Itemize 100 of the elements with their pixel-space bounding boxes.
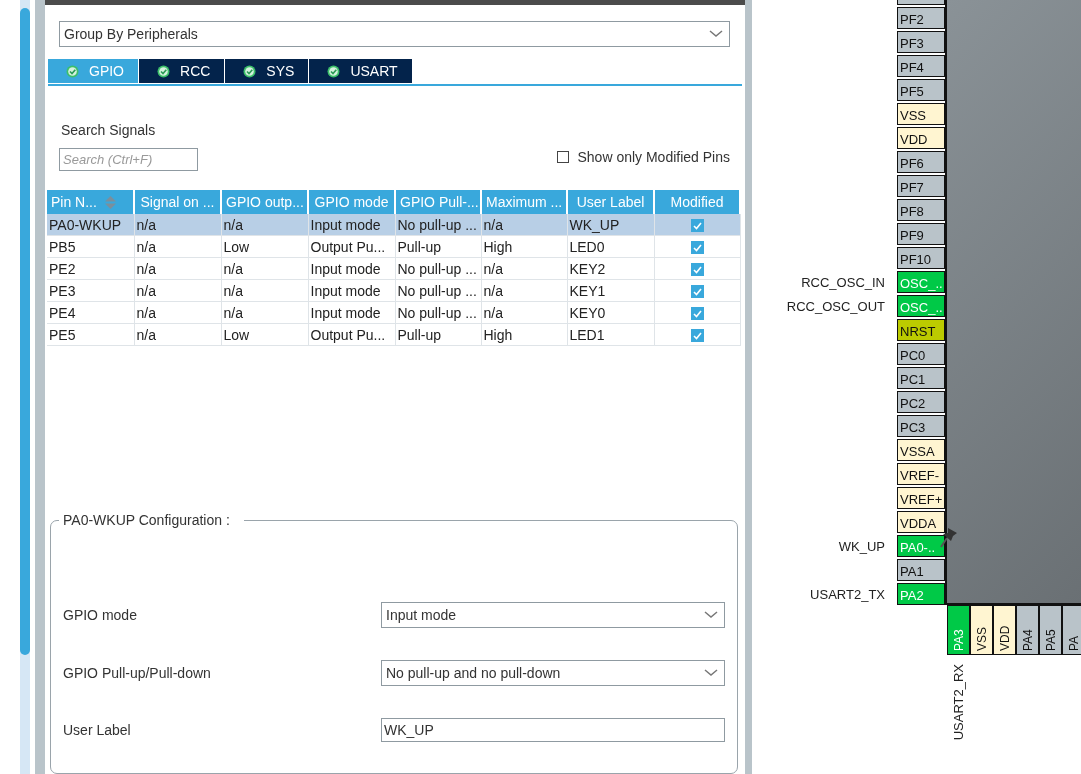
check-circle-icon bbox=[327, 64, 341, 78]
table-cell: n/a bbox=[134, 235, 221, 258]
table-cell: n/a bbox=[134, 279, 221, 302]
table-cell: KEY0 bbox=[567, 301, 654, 324]
modified-checkbox[interactable] bbox=[690, 263, 704, 277]
scrollbar[interactable] bbox=[20, 0, 30, 774]
pin[interactable]: PF7 bbox=[897, 175, 945, 197]
pin[interactable]: VSS bbox=[970, 605, 993, 655]
pin[interactable]: PF2 bbox=[897, 7, 945, 29]
checkbox-label: Show only Modified Pins bbox=[577, 149, 730, 165]
table-cell: n/a bbox=[134, 323, 221, 346]
table-cell: n/a bbox=[221, 279, 308, 302]
check-circle-icon bbox=[243, 64, 257, 78]
dropdown[interactable]: Input mode bbox=[381, 602, 725, 628]
table-row[interactable]: PA0-WKUP n/a n/a Input mode No pull-up ... n/a WK_UP bbox=[47, 214, 740, 236]
pin[interactable]: PC3 bbox=[897, 415, 945, 437]
pin[interactable]: VDD bbox=[897, 127, 945, 149]
field-label: GPIO Pull-up/Pull-down bbox=[63, 665, 212, 681]
pin[interactable]: VSSA bbox=[897, 439, 945, 461]
table-cell: n/a bbox=[134, 257, 221, 280]
table-cell: PE4 bbox=[47, 301, 134, 324]
table-cell: Pull-up bbox=[395, 235, 481, 258]
modified-checkbox[interactable] bbox=[690, 307, 704, 321]
table-cell: Low bbox=[221, 323, 308, 346]
table-row[interactable]: PE4 n/a n/a Input mode No pull-up ... n/a KEY0 bbox=[47, 301, 740, 324]
table-cell: n/a bbox=[481, 301, 567, 324]
group-by-dropdown[interactable]: Group By Peripherals bbox=[59, 21, 730, 47]
group-title: PA0-WKUP Configuration : bbox=[62, 512, 231, 528]
table-cell: KEY2 bbox=[567, 257, 654, 280]
table-row[interactable]: PE5 n/a Low Output Pu... Pull-up High LED1 bbox=[47, 323, 740, 346]
pin[interactable]: PA4 bbox=[1016, 605, 1039, 655]
table-cell: High bbox=[481, 235, 567, 258]
table-cell: Input mode bbox=[308, 301, 395, 324]
pin[interactable]: PC0 bbox=[897, 343, 945, 365]
check-circle-icon bbox=[157, 64, 170, 78]
table-cell: High bbox=[481, 323, 567, 346]
modified-checkbox[interactable] bbox=[690, 219, 704, 233]
table-row[interactable]: PB5 n/a Low Output Pu... Pull-up High LED0 bbox=[47, 235, 740, 258]
table-cell: n/a bbox=[134, 214, 221, 236]
chevron-down-icon bbox=[709, 30, 723, 38]
pin[interactable]: PF6 bbox=[897, 151, 945, 173]
pin-label: USART2_TX bbox=[810, 586, 885, 602]
pin[interactable]: PF10 bbox=[897, 247, 945, 269]
pin[interactable]: VREF- bbox=[897, 463, 945, 485]
table-cell: WK_UP bbox=[567, 214, 654, 236]
dropdown[interactable]: No pull-up and no pull-down bbox=[381, 660, 725, 686]
pin[interactable]: PF3 bbox=[897, 31, 945, 53]
pin[interactable]: VDDA bbox=[897, 511, 945, 533]
pin[interactable]: PF4 bbox=[897, 55, 945, 77]
table-cell: No pull-up ... bbox=[395, 279, 481, 302]
table-row[interactable]: PE3 n/a n/a Input mode No pull-up ... n/a KEY1 bbox=[47, 279, 740, 302]
pin[interactable]: VREF+ bbox=[897, 487, 945, 509]
pin[interactable]: PA bbox=[1062, 605, 1081, 655]
pin[interactable]: PF9 bbox=[897, 223, 945, 245]
pin[interactable]: VSS bbox=[897, 103, 945, 125]
pin-label: USART2_RX bbox=[951, 664, 966, 741]
table-cell: Input mode bbox=[308, 279, 395, 302]
table-cell: Input mode bbox=[308, 257, 395, 280]
table-cell: n/a bbox=[481, 279, 567, 302]
check-circle-icon bbox=[66, 64, 79, 78]
table-cell: LED1 bbox=[567, 323, 654, 346]
search-label: Search Signals bbox=[61, 122, 157, 138]
table-cell: PE2 bbox=[47, 257, 134, 280]
modified-checkbox[interactable] bbox=[690, 285, 704, 299]
peripheral-tab[interactable]: RCC bbox=[139, 59, 225, 83]
pin[interactable]: PA1 bbox=[897, 559, 945, 581]
field-label: User Label bbox=[63, 722, 132, 738]
pin[interactable]: PC2 bbox=[897, 391, 945, 413]
chevron-down-icon bbox=[704, 669, 718, 677]
chevron-down-icon bbox=[704, 611, 718, 619]
field-label: GPIO mode bbox=[63, 607, 138, 623]
table-cell: Output Pu... bbox=[308, 323, 395, 346]
input-field[interactable]: WK_UP bbox=[381, 718, 725, 742]
table-cell: PA0-WKUP bbox=[47, 214, 134, 236]
table-cell: n/a bbox=[481, 257, 567, 280]
peripheral-tab[interactable]: USART bbox=[309, 59, 412, 83]
table-cell: n/a bbox=[134, 301, 221, 324]
pin[interactable]: NRST bbox=[897, 319, 945, 341]
table-cell: LED0 bbox=[567, 235, 654, 258]
table-cell: Low bbox=[221, 235, 308, 258]
table-cell: Input mode bbox=[308, 214, 395, 236]
peripheral-tab[interactable]: SYS bbox=[225, 59, 309, 83]
checkbox[interactable] bbox=[557, 151, 570, 163]
search-field[interactable]: Search (Ctrl+F) bbox=[59, 148, 198, 171]
pin-label: RCC_OSC_OUT bbox=[786, 298, 885, 314]
table-cell: Output Pu... bbox=[308, 235, 395, 258]
pin[interactable]: PF5 bbox=[897, 79, 945, 101]
table-cell: PE3 bbox=[47, 279, 134, 302]
table-cell: n/a bbox=[481, 214, 567, 236]
modified-checkbox[interactable] bbox=[690, 241, 704, 255]
pin[interactable]: PC1 bbox=[897, 367, 945, 389]
table-cell: n/a bbox=[221, 214, 308, 236]
pin[interactable]: VDD bbox=[993, 605, 1016, 655]
pin[interactable]: PF8 bbox=[897, 199, 945, 221]
pin[interactable]: PA5 bbox=[1039, 605, 1062, 655]
table-cell: PB5 bbox=[47, 235, 134, 258]
table-cell: PE5 bbox=[47, 323, 134, 346]
modified-checkbox[interactable] bbox=[690, 329, 704, 343]
table-cell: KEY1 bbox=[567, 279, 654, 302]
table-row[interactable]: PE2 n/a n/a Input mode No pull-up ... n/a KEY2 bbox=[47, 257, 740, 280]
